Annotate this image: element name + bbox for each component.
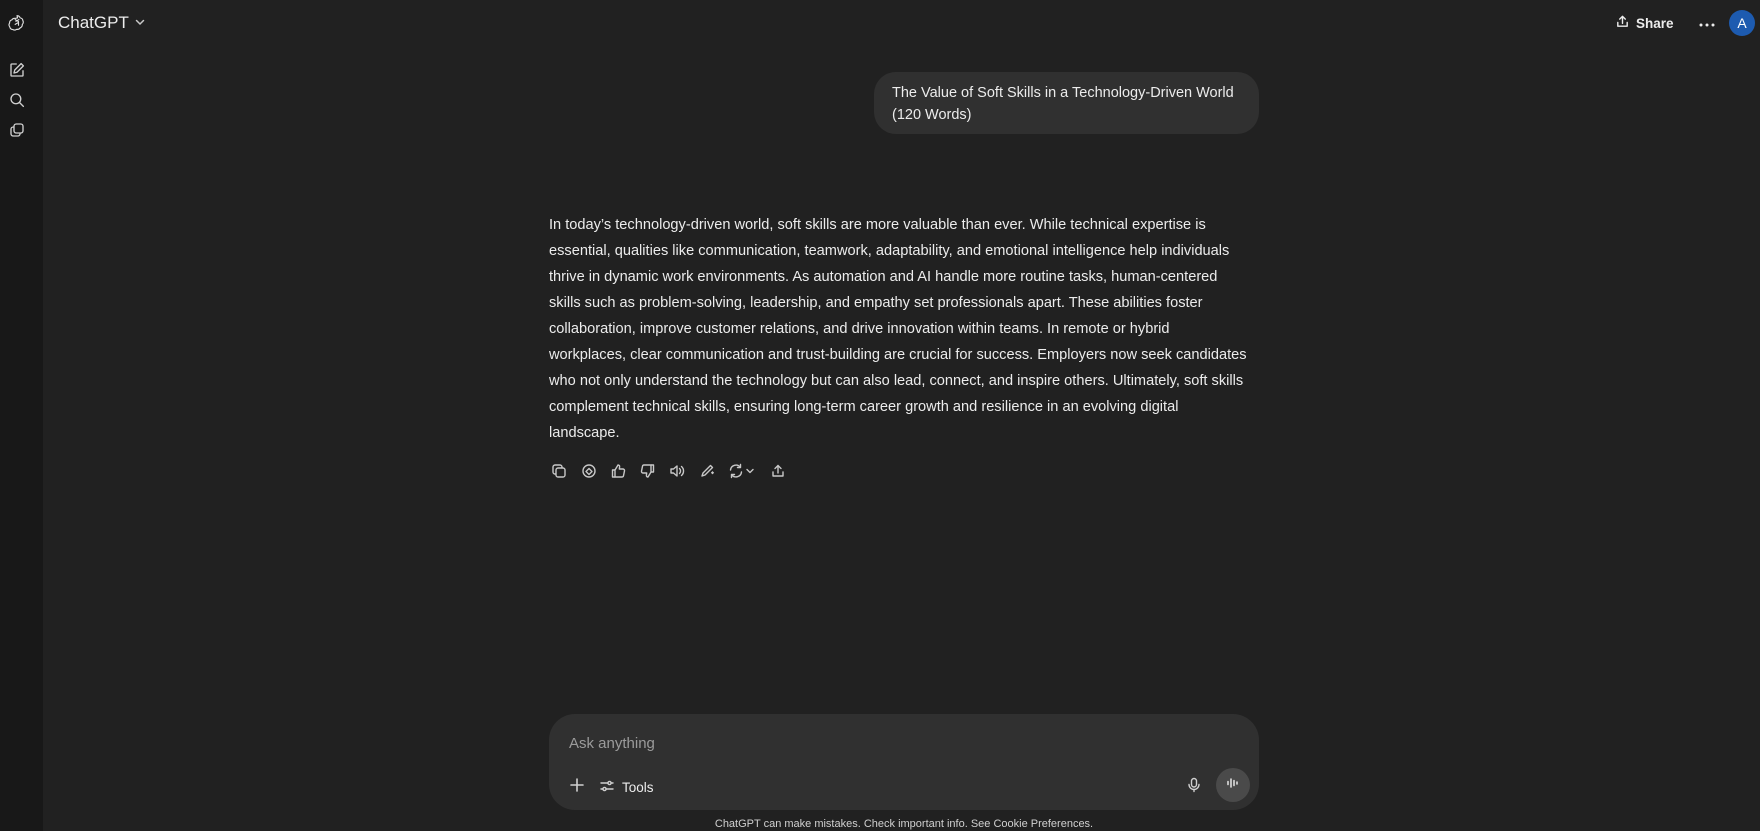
footer-disclaimer: ChatGPT can make mistakes. Check importa…	[714, 818, 1094, 830]
sidebar-rail	[0, 0, 43, 831]
assistant-line: landscape.	[549, 425, 620, 441]
share-icon[interactable]	[768, 461, 788, 481]
tools-label: Tools	[622, 779, 654, 795]
assistant-line: thrive in dynamic work environments. As …	[549, 269, 1218, 285]
library-icon[interactable]	[6, 119, 28, 141]
upload-icon	[1615, 14, 1630, 32]
dictate-button[interactable]	[1181, 774, 1207, 800]
microphone-icon	[1186, 777, 1202, 798]
assistant-line: workplaces, clear communication and trus…	[549, 347, 1247, 363]
new-chat-icon[interactable]	[6, 59, 28, 81]
avatar-initial: A	[1737, 15, 1747, 31]
chevron-down-icon	[134, 13, 146, 33]
thumbs-down-icon[interactable]	[638, 461, 658, 481]
prompt-input[interactable]	[567, 730, 1167, 756]
model-switcher[interactable]: ChatGPT	[58, 11, 146, 35]
share-label: Share	[1636, 15, 1674, 31]
add-attachment-button[interactable]	[563, 773, 591, 801]
more-options-button[interactable]	[1696, 12, 1718, 34]
edit-icon[interactable]	[697, 461, 717, 481]
ellipsis-icon	[1699, 14, 1715, 32]
thumbs-up-icon[interactable]	[608, 461, 628, 481]
user-message-text: The Value of Soft Skills in a Technology…	[892, 85, 1234, 123]
user-message-bubble: The Value of Soft Skills in a Technology…	[874, 72, 1259, 134]
plus-icon	[569, 777, 585, 798]
share-button[interactable]: Share	[1615, 12, 1674, 34]
voice-mode-button[interactable]	[1216, 768, 1250, 802]
assistant-line: skills such as problem-solving, leadersh…	[549, 295, 1203, 311]
top-header: ChatGPT Share A	[43, 0, 1760, 46]
canvas-icon[interactable]	[579, 461, 599, 481]
assistant-line: In today’s technology-driven world, soft…	[549, 217, 1206, 233]
assistant-message: In today’s technology-driven world, soft…	[549, 212, 1259, 446]
read-aloud-icon[interactable]	[667, 461, 687, 481]
model-name: ChatGPT	[58, 13, 129, 32]
composer: Tools	[549, 714, 1259, 810]
tools-button[interactable]: Tools	[599, 773, 654, 801]
avatar[interactable]: A	[1729, 10, 1755, 36]
assistant-line: complement technical skills, ensuring lo…	[549, 399, 1179, 415]
regenerate-icon[interactable]	[726, 461, 758, 481]
assistant-line: collaboration, improve customer relation…	[549, 321, 1170, 337]
openai-logo-icon[interactable]	[6, 11, 28, 33]
copy-icon[interactable]	[549, 461, 569, 481]
sliders-icon	[599, 778, 615, 797]
message-actions	[549, 461, 797, 481]
waveform-icon	[1225, 775, 1241, 796]
search-icon[interactable]	[6, 89, 28, 111]
assistant-line: essential, qualities like communication,…	[549, 243, 1230, 259]
assistant-line: who not only understand the technology b…	[549, 373, 1244, 389]
